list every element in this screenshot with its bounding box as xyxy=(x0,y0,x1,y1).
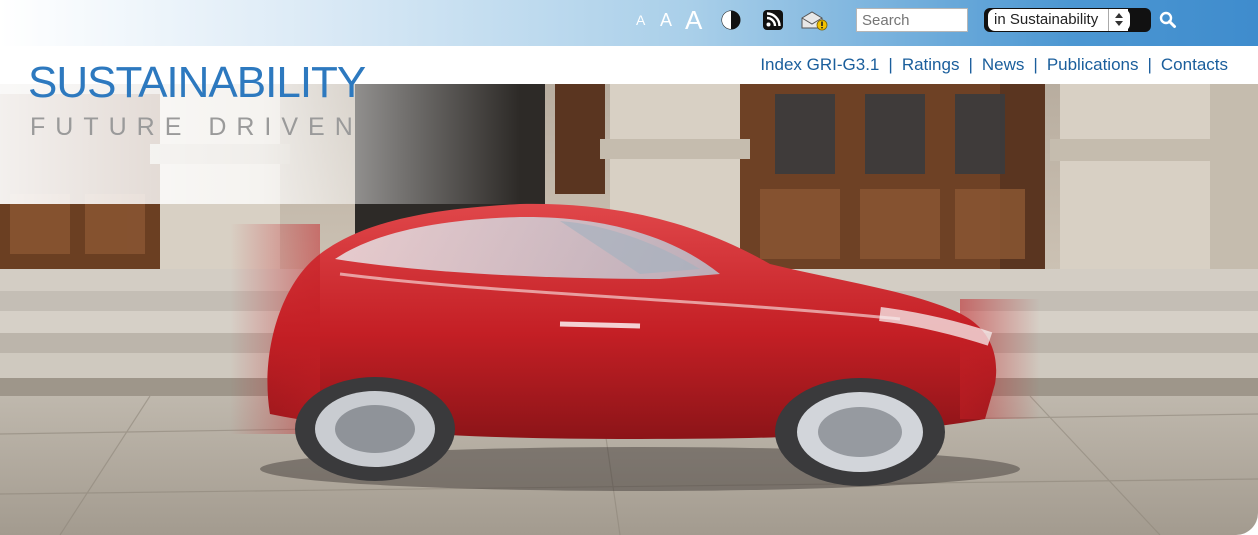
nav-item-index-gri[interactable]: Index GRI-G3.1 xyxy=(760,55,879,74)
contrast-icon[interactable] xyxy=(720,9,742,31)
rss-icon[interactable] xyxy=(762,9,784,31)
search-input[interactable] xyxy=(856,8,968,32)
nav-separator: | xyxy=(968,55,973,74)
nav-separator: | xyxy=(1033,55,1038,74)
nav-item-ratings[interactable]: Ratings xyxy=(902,55,960,74)
nav-item-publications[interactable]: Publications xyxy=(1047,55,1139,74)
site-logo-title[interactable]: SUSTAINABILITY xyxy=(28,58,366,108)
font-size-medium-button[interactable]: A xyxy=(660,11,672,29)
search-scope-select[interactable]: in Sustainability xyxy=(984,8,1151,32)
font-size-small-button[interactable]: A xyxy=(636,13,645,27)
search-scope-value: in Sustainability xyxy=(988,9,1128,31)
font-size-large-button[interactable]: A xyxy=(685,7,702,33)
search-icon[interactable] xyxy=(1158,10,1178,30)
select-arrows-icon xyxy=(1108,9,1130,31)
newsletter-icon[interactable] xyxy=(800,9,828,31)
nav-item-news[interactable]: News xyxy=(982,55,1025,74)
site-logo-subtitle: FUTURE DRIVEN xyxy=(30,113,363,141)
nav-separator: | xyxy=(888,55,893,74)
main-nav: Index GRI-G3.1 | Ratings | News | Publications… xyxy=(760,55,1228,75)
utility-bar: A A A in Sustainability xyxy=(0,0,1258,46)
nav-separator: | xyxy=(1147,55,1152,74)
nav-item-contacts[interactable]: Contacts xyxy=(1161,55,1228,74)
